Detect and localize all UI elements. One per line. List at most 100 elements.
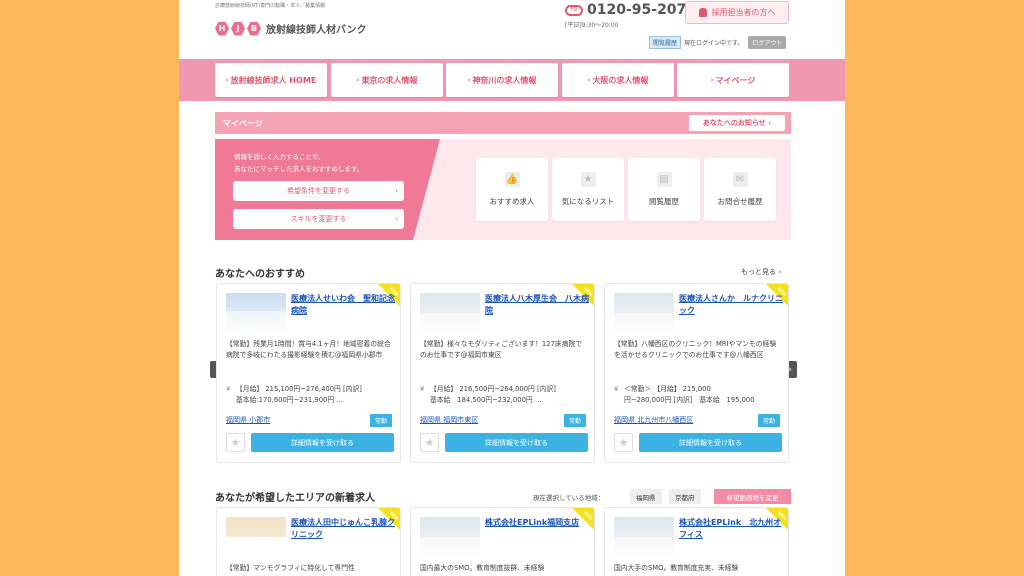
nav-item-label: マイページ — [715, 75, 756, 85]
nav-item-mypage[interactable]: › マイページ — [677, 63, 789, 97]
location-pref[interactable]: 福岡県 — [420, 416, 441, 424]
change-area-button[interactable]: 希望勤務地を変更 — [714, 489, 791, 504]
nav-item-osaka[interactable]: › 大阪の求人情報 — [562, 63, 674, 97]
history-button[interactable]: 閲覧履歴 — [649, 36, 682, 49]
facility-photo[interactable] — [614, 517, 674, 557]
nav-item-label: 東京の求人情報 — [361, 75, 418, 85]
notice-button[interactable]: あなたへのお知らせ › — [689, 115, 785, 131]
location-city[interactable]: 福岡市東区 — [443, 416, 478, 424]
phone-block[interactable]: FD 0120-95-2076 — [565, 2, 696, 18]
tile-favorites[interactable]: ★ 気になるリスト — [552, 158, 624, 221]
tile-label: お問合せ履歴 — [717, 197, 763, 206]
global-nav: › 放射線技師求人 HOME › 東京の求人情報 › 神奈川の求人情報 › 大阪の求人情… — [179, 59, 845, 101]
mypage-description: 情報を詳しく入力することで、 あなたにマッチした求人をおすすめします。 — [234, 151, 363, 175]
job-description: 国内大手のSMO。教育制度充実、未経験 — [614, 564, 739, 572]
salary-line: 【月給】 215,100円~276,400円 [内訳] — [236, 385, 362, 393]
job-title-link[interactable]: 医療法人田中じゅんこ乳腺クリニック — [291, 517, 395, 541]
job-card: NEW 医療法人八木厚生会 八木病院 【常勤】様々なモダリティございます！127… — [410, 283, 595, 463]
tile-recommended-jobs[interactable]: 👍 おすすめ求人 — [476, 158, 548, 221]
nav-item-tokyo[interactable]: › 東京の求人情報 — [331, 63, 443, 97]
employment-type-tag: 常勤 — [563, 414, 586, 427]
phone-hours: [平日]9:30〜20:00 — [565, 22, 619, 29]
job-title-link[interactable]: 株式会社EPLink 北九州オフィス — [679, 517, 783, 541]
salary-line: 基本給 184,500円~232,000円 … — [430, 396, 542, 404]
job-title-link[interactable]: 株式会社EPLink福岡支店 — [485, 517, 589, 529]
area-chip-fukuoka: 福岡県 — [630, 489, 662, 504]
mypage-desc-line1: 情報を詳しく入力することで、 — [234, 153, 325, 161]
logo-hex-j: J — [231, 21, 245, 36]
location-pref[interactable]: 福岡県 — [226, 416, 247, 424]
employment-type-tag: 常勤 — [369, 414, 392, 427]
chevron-right-icon: › — [587, 76, 591, 84]
login-status: 現在ログイン中です。 — [684, 40, 744, 47]
job-card: NEW 医療法人田中じゅんこ乳腺クリニック 【常勤】マンモグラフィに特化して専門… — [216, 507, 401, 576]
job-salary: ¥ ＜常勤＞ 【月給】 215,000 円~280,000円 [内訳] 基本給 1… — [614, 384, 786, 406]
logout-button[interactable]: ログアウト — [748, 36, 787, 49]
tile-inquiry-history[interactable]: ✉ お問合せ履歴 — [704, 158, 776, 221]
job-salary: ¥ 【月給】 215,100円~276,400円 [内訳] 基本給:170,600… — [226, 384, 398, 406]
nav-item-home[interactable]: › 放射線技師求人 HOME — [215, 63, 327, 97]
job-location[interactable]: 福岡県 北九州市八幡西区 — [614, 415, 693, 425]
mail-icon: ✉ — [732, 172, 748, 187]
job-card: NEW 医療法人せいわ会 聖和記念病院 【常勤】残業月1時間！賞与4.1ヶ月！地… — [216, 283, 401, 463]
more-link[interactable]: もっと見る › — [741, 267, 781, 277]
change-conditions-button[interactable]: 希望条件を変更する › — [233, 181, 404, 201]
chevron-right-icon: › — [395, 215, 398, 223]
facility-photo[interactable] — [226, 517, 286, 557]
favorite-star-button[interactable]: ★ — [614, 433, 633, 452]
change-skills-button[interactable]: スキルを変更する › — [233, 209, 404, 229]
facility-photo[interactable] — [614, 293, 674, 333]
logo-text: 放射線技師人材バンク — [266, 25, 367, 36]
chevron-right-icon: › — [467, 76, 471, 84]
area-title: あなたが希望したエリアの新着求人 — [215, 493, 375, 504]
chevron-right-icon: › — [778, 268, 782, 276]
more-link-label: もっと見る — [741, 268, 776, 276]
recruiter-button[interactable]: 採用担当者の方へ — [685, 1, 789, 24]
facility-photo[interactable] — [420, 293, 480, 333]
job-card: NEW 医療法人さんか ルナクリニック 【常勤】八幡西区のクリニック！MRIやマ… — [604, 283, 789, 463]
site-logo[interactable]: H J B 放射線技師人材バンク — [215, 21, 367, 36]
job-card: NEW 株式会社EPLink 北九州オフィス 国内大手のSMO。教育制度充実、未… — [604, 507, 789, 576]
change-skills-label: スキルを変更する — [290, 215, 347, 223]
job-location[interactable]: 福岡県 福岡市東区 — [420, 415, 478, 425]
login-status-row: 閲覧履歴 現在ログイン中です。 ログアウト — [649, 36, 787, 49]
location-city[interactable]: 小郡市 — [249, 416, 270, 424]
recommend-title: あなたへのおすすめ — [215, 269, 305, 280]
nav-item-label: 神奈川の求人情報 — [472, 75, 537, 85]
get-details-button[interactable]: 詳細情報を受け取る — [639, 433, 782, 452]
change-conditions-label: 希望条件を変更する — [287, 187, 350, 195]
yen-icon: ¥ — [226, 385, 231, 393]
salary-line: 基本給:170,600円~231,900円 … — [236, 396, 344, 404]
facility-photo[interactable] — [420, 517, 480, 557]
get-details-button[interactable]: 詳細情報を受け取る — [445, 433, 588, 452]
logo-hex-b: B — [247, 21, 261, 36]
nav-item-label: 放射線技師求人 HOME — [230, 75, 317, 85]
star-icon: ★ — [580, 172, 596, 187]
employment-type-tag: 常勤 — [757, 414, 780, 427]
nav-item-kanagawa[interactable]: › 神奈川の求人情報 — [446, 63, 558, 97]
job-location[interactable]: 福岡県 小郡市 — [226, 415, 270, 425]
tile-view-history[interactable]: ▤ 閲覧履歴 — [628, 158, 700, 221]
freedial-icon: FD — [565, 4, 583, 16]
salary-line: ＜常勤＞ 【月給】 215,000 — [624, 385, 711, 393]
area-chip-kyoto: 京都府 — [669, 489, 701, 504]
yen-icon: ¥ — [420, 385, 425, 393]
job-title-link[interactable]: 医療法人八木厚生会 八木病院 — [485, 293, 589, 317]
job-description: 【常勤】残業月1時間！賞与4.1ヶ月！地域密着の総合病院で多岐にわたる撮影経験を… — [226, 340, 391, 359]
thumbs-up-icon: 👍 — [504, 172, 520, 187]
favorite-star-button[interactable]: ★ — [420, 433, 439, 452]
notice-button-label: あなたへのお知らせ — [702, 119, 766, 127]
yen-icon: ¥ — [614, 385, 619, 393]
job-title-link[interactable]: 医療法人さんか ルナクリニック — [679, 293, 783, 317]
facility-photo[interactable] — [226, 293, 286, 333]
favorite-star-button[interactable]: ★ — [226, 433, 245, 452]
location-city[interactable]: 北九州市八幡西区 — [637, 416, 693, 424]
location-pref[interactable]: 福岡県 — [614, 416, 635, 424]
logo-hex-h: H — [215, 21, 229, 36]
get-details-button[interactable]: 詳細情報を受け取る — [251, 433, 394, 452]
job-description: 【常勤】八幡西区のクリニック！MRIやマンモの経験を活かせるクリニックでのお仕事… — [614, 340, 777, 359]
job-title-link[interactable]: 医療法人せいわ会 聖和記念病院 — [291, 293, 395, 317]
nav-item-label: 大阪の求人情報 — [592, 75, 649, 85]
recruiter-button-label: 採用担当者の方へ — [711, 8, 776, 17]
document-icon: ▤ — [656, 172, 672, 187]
